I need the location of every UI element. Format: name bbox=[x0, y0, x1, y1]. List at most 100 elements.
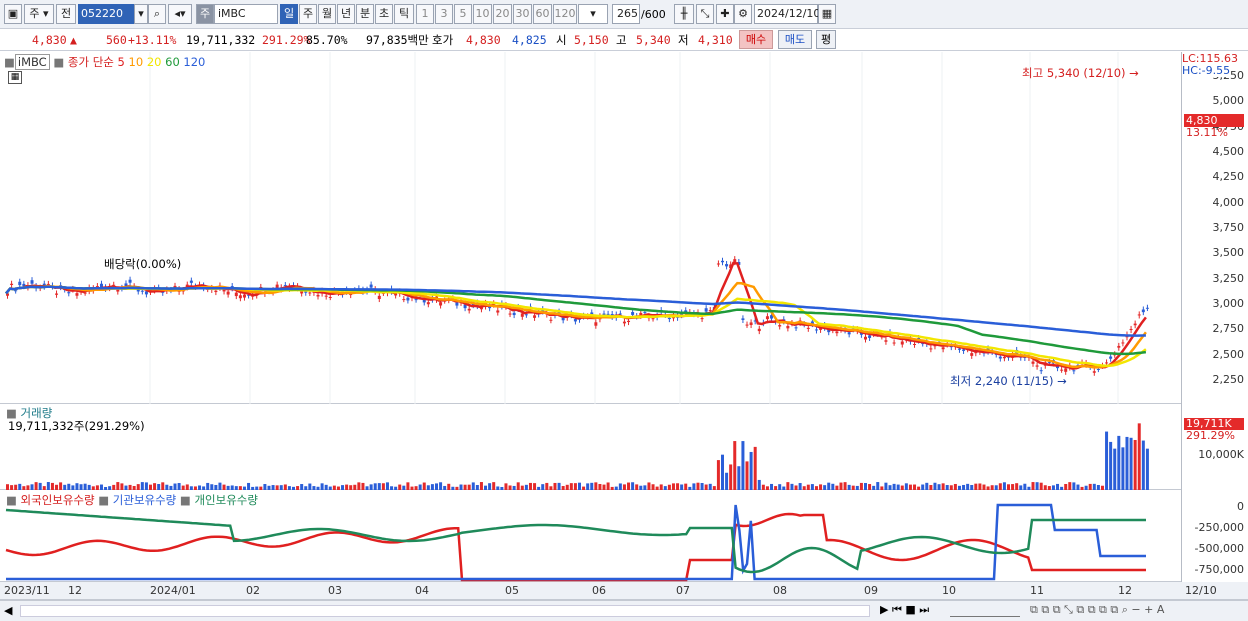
interval-10-button[interactable]: 10 bbox=[473, 4, 492, 24]
low-price: 4,310 bbox=[698, 33, 733, 47]
volume-bar bbox=[161, 482, 165, 490]
open-label: 시 bbox=[556, 33, 567, 47]
volume-bar bbox=[116, 482, 120, 490]
candle-body bbox=[1109, 356, 1113, 359]
volume-bar bbox=[1105, 431, 1109, 490]
candle-body bbox=[970, 353, 974, 356]
table-toggle-icon[interactable]: ▦ bbox=[8, 71, 22, 84]
interval-60-button[interactable]: 60 bbox=[533, 4, 552, 24]
period-second-button[interactable]: 초 bbox=[375, 4, 393, 24]
interval-3-button[interactable]: 3 bbox=[435, 4, 453, 24]
scroll-left-icon[interactable]: ◀ bbox=[4, 604, 12, 617]
scrollbar-track[interactable] bbox=[20, 605, 870, 617]
period-tick-button[interactable]: 틱 bbox=[394, 4, 414, 24]
price-tick: 3,000 bbox=[1212, 297, 1245, 310]
interval-5-button[interactable]: 5 bbox=[454, 4, 472, 24]
ma-20-label: 20 bbox=[146, 55, 162, 69]
interval-select[interactable]: ▾ bbox=[578, 4, 608, 24]
volume-bar bbox=[700, 482, 704, 490]
candle-body bbox=[14, 290, 18, 292]
playback-controls[interactable]: ▶ ⏮ ■ ⏭ bbox=[880, 603, 929, 617]
layout-icon[interactable]: ▣ bbox=[4, 4, 22, 24]
prev-button[interactable]: 전 bbox=[56, 4, 76, 24]
sell-button[interactable]: 매도 bbox=[778, 30, 812, 49]
interval-1-button[interactable]: 1 bbox=[416, 4, 434, 24]
volume-bar bbox=[904, 483, 908, 490]
volume-bar bbox=[859, 482, 863, 490]
x-axis-label: 12 bbox=[68, 584, 82, 597]
candle-body bbox=[1072, 370, 1076, 372]
volume-bar bbox=[753, 446, 757, 490]
volume-bar bbox=[1002, 482, 1006, 490]
candle-body bbox=[1002, 356, 1006, 359]
stock-code-input[interactable]: 052220 bbox=[78, 4, 136, 24]
volume-bar bbox=[933, 482, 937, 490]
candle-body bbox=[643, 312, 647, 314]
legend-ma-label: 종가 단순 bbox=[67, 55, 114, 69]
candle-body bbox=[328, 296, 332, 298]
date-input[interactable]: 2024/12/10 bbox=[754, 4, 820, 24]
volume-bar bbox=[1109, 441, 1113, 490]
candle-body bbox=[67, 292, 71, 294]
x-axis-label: 02 bbox=[246, 584, 260, 597]
interval-30-button[interactable]: 30 bbox=[513, 4, 532, 24]
period-month-button[interactable]: 월 bbox=[318, 4, 336, 24]
high-note: 최고 5,340 (12/10) → bbox=[1022, 66, 1139, 80]
current-pct-tag: 13.11% bbox=[1186, 126, 1228, 139]
volume-bar bbox=[1113, 448, 1117, 490]
zoom-slider[interactable] bbox=[950, 603, 1020, 617]
period-year-button[interactable]: 년 bbox=[337, 4, 355, 24]
open-price: 5,150 bbox=[574, 33, 609, 47]
candle-body bbox=[128, 279, 132, 283]
candle-body bbox=[377, 295, 381, 300]
volume-bar bbox=[557, 482, 561, 490]
candle-body bbox=[496, 310, 500, 313]
volume-bar bbox=[631, 482, 635, 490]
x-axis: 2023/11 12 2024/01 02 03 04 05 06 07 08 09 10 11 12 12… bbox=[0, 582, 1248, 600]
candle-body bbox=[30, 280, 34, 284]
buy-button[interactable]: 매수 bbox=[739, 30, 773, 49]
price-tick: 4,500 bbox=[1212, 145, 1245, 158]
stock-name-field[interactable]: iMBC bbox=[214, 4, 278, 24]
ma-5-label: 5 bbox=[117, 55, 125, 69]
eval-button[interactable]: 평 bbox=[816, 30, 836, 49]
volume-bar bbox=[357, 482, 361, 490]
candle-body bbox=[868, 335, 872, 338]
x-axis-label: 03 bbox=[328, 584, 342, 597]
price-chart bbox=[5, 52, 1149, 404]
low-label: 저 bbox=[678, 33, 689, 47]
period-day-button[interactable]: 일 bbox=[280, 4, 298, 24]
volume-bar bbox=[488, 483, 492, 490]
low-note-text: 최저 2,240 (11/15) bbox=[950, 374, 1054, 388]
speaker-icon[interactable]: ◂▾ bbox=[168, 4, 192, 24]
volume-bar bbox=[578, 482, 581, 490]
low-note: 최저 2,240 (11/15) → bbox=[950, 374, 1067, 388]
x-axis-label: 06 bbox=[592, 584, 606, 597]
count-input[interactable]: 265 bbox=[612, 4, 640, 24]
draw-icon[interactable]: ⤡ bbox=[696, 4, 714, 24]
crosshair-icon[interactable]: ✚ bbox=[716, 4, 734, 24]
gear-icon[interactable]: ⚙ bbox=[734, 4, 752, 24]
interval-20-button[interactable]: 20 bbox=[493, 4, 512, 24]
volume-bar bbox=[647, 482, 651, 490]
market-select[interactable]: 주 ▾ bbox=[24, 4, 54, 24]
interval-120-button[interactable]: 120 bbox=[553, 4, 577, 24]
price-tick: 5,000 bbox=[1212, 94, 1245, 108]
price-legend: ■ iMBC ■ 종가 단순 5 10 20 60 120 bbox=[4, 54, 205, 70]
volume-bar bbox=[34, 482, 38, 490]
volume-bars bbox=[6, 423, 1149, 490]
period-minute-button[interactable]: 분 bbox=[356, 4, 374, 24]
price-panel: ■ iMBC ■ 종가 단순 5 10 20 60 120 ▦ 배당락(0.00%… bbox=[0, 52, 1181, 404]
candle-icon[interactable]: ╫ bbox=[674, 4, 694, 24]
view-tools[interactable]: ⧉ ⧉ ⧉ ⤡ ⧉ ⧉ ⧉ ⧉ ⌕ − + A bbox=[1030, 603, 1164, 617]
period-week-button[interactable]: 주 bbox=[299, 4, 317, 24]
volume-bar bbox=[1035, 482, 1039, 490]
candle-body bbox=[900, 341, 904, 345]
volume-bar bbox=[786, 482, 790, 490]
calendar-icon[interactable]: ▦ bbox=[818, 4, 836, 24]
chevron-down-icon[interactable]: ▾ bbox=[134, 4, 148, 24]
price-tick: 2,750 bbox=[1212, 322, 1245, 336]
search-icon[interactable]: ⌕ bbox=[148, 4, 166, 24]
candle-body bbox=[573, 319, 577, 322]
candle-body bbox=[512, 312, 516, 316]
